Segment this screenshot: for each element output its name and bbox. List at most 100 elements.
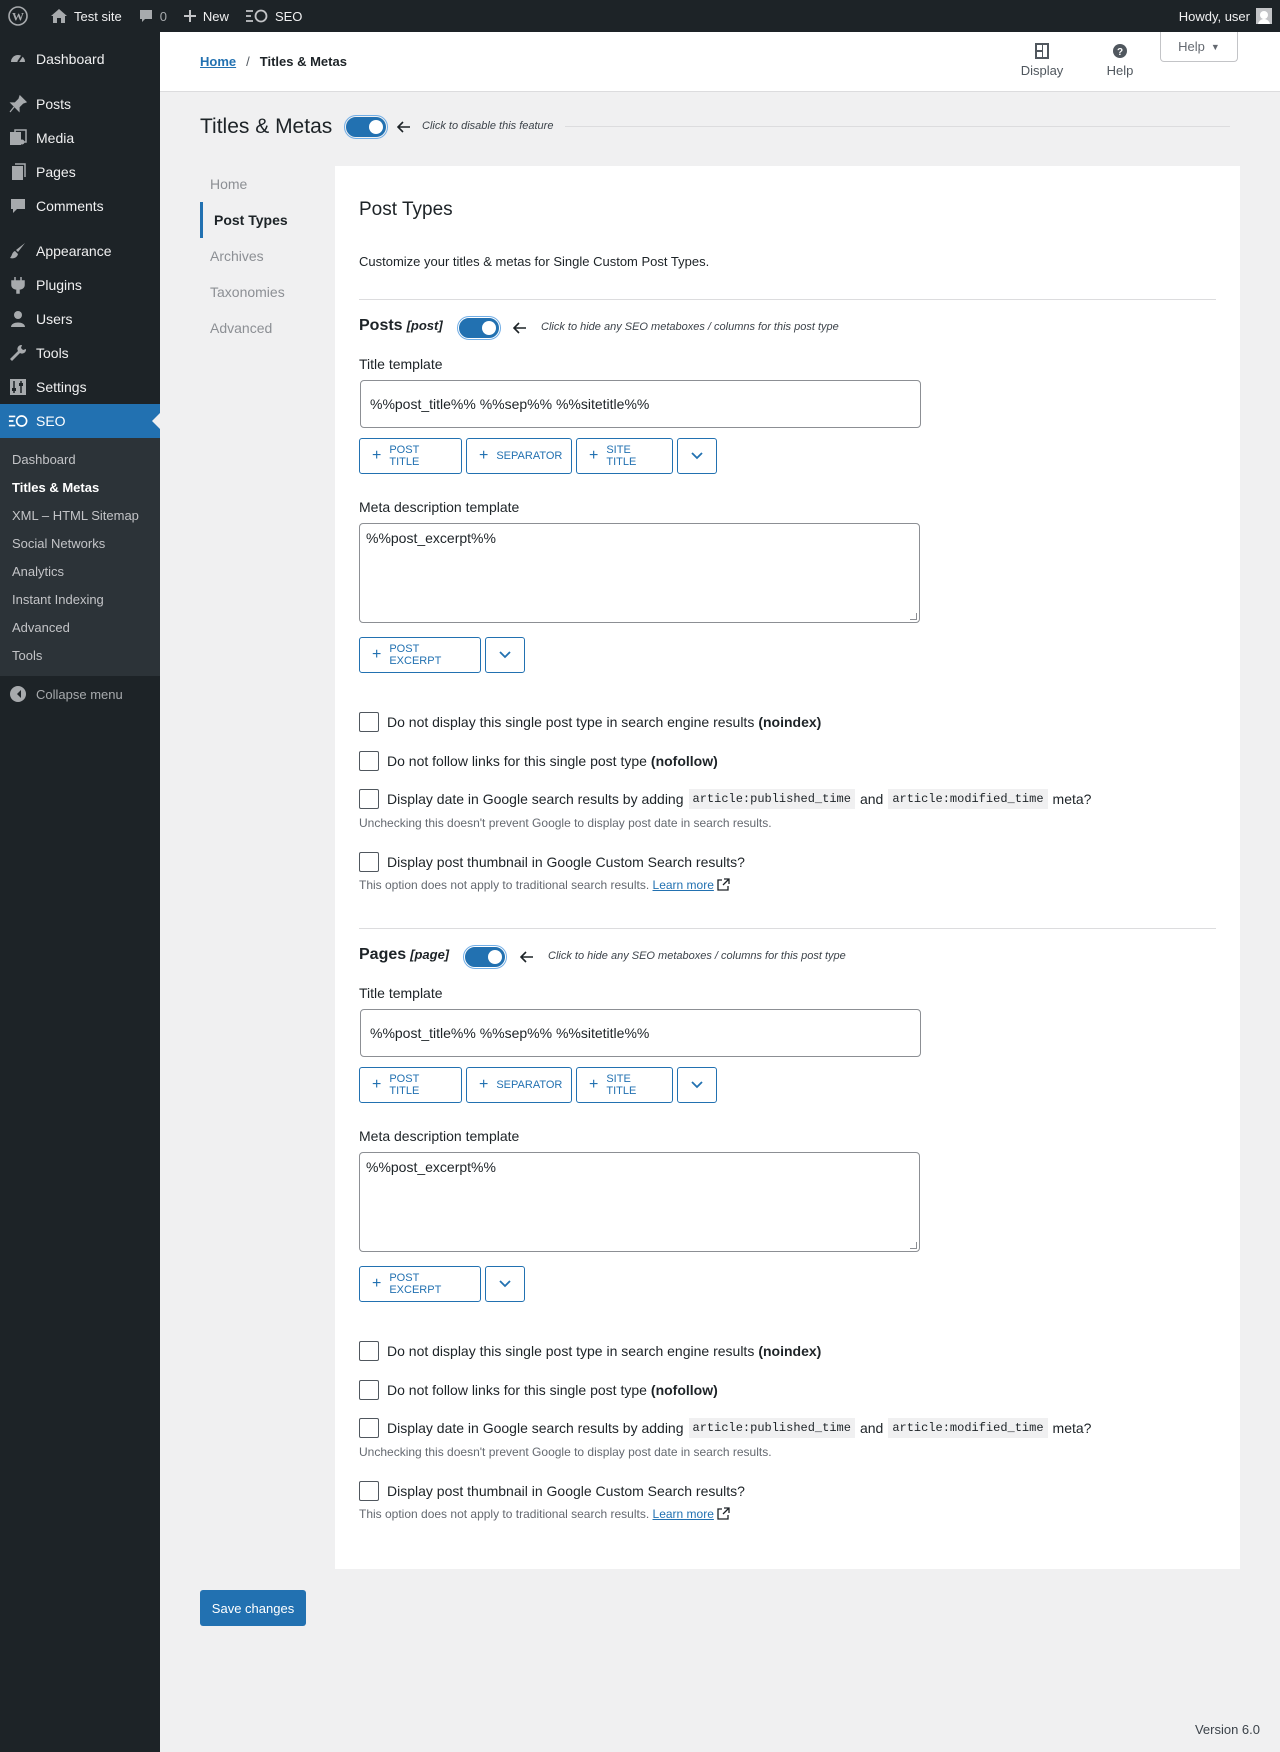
title-template-input[interactable]: %%post_title%% %%sep%% %%sitetitle%% xyxy=(360,1009,921,1057)
noindex-label: Do not display this single post type in … xyxy=(387,714,755,730)
meta-description-textarea[interactable]: %%post_excerpt%% xyxy=(359,523,920,623)
breadcrumb-current: Titles & Metas xyxy=(259,54,347,69)
sidebar-item-comments[interactable]: Comments xyxy=(0,189,160,223)
post-type-name: Posts xyxy=(359,317,403,334)
submenu-item-dashboard[interactable]: Dashboard xyxy=(0,445,160,473)
sidebar-item-label: Appearance xyxy=(36,243,112,259)
sidebar-item-users[interactable]: Users xyxy=(0,302,160,336)
submenu-item-advanced[interactable]: Advanced xyxy=(0,613,160,641)
thumbnail-checkbox[interactable] xyxy=(359,1481,379,1501)
noindex-checkbox[interactable] xyxy=(359,712,379,732)
sidebar-item-settings[interactable]: Settings xyxy=(0,370,160,404)
post-excerpt-tag-button[interactable]: + POST EXCERPT xyxy=(359,1266,481,1302)
sidebar-item-plugins[interactable]: Plugins xyxy=(0,268,160,302)
date-checkbox[interactable] xyxy=(359,789,379,809)
comments-link[interactable]: 0 xyxy=(130,0,175,32)
tab-taxonomies[interactable]: Taxonomies xyxy=(200,274,325,310)
date-label: Display date in Google search results by… xyxy=(387,1420,684,1436)
sidebar-item-tools[interactable]: Tools xyxy=(0,336,160,370)
sidebar-item-seo[interactable]: SEO xyxy=(0,404,160,438)
title-divider xyxy=(565,126,1230,127)
nofollow-label: Do not follow links for this single post… xyxy=(387,1382,647,1398)
submenu-item-sitemap[interactable]: XML – HTML Sitemap xyxy=(0,501,160,529)
thumbnail-checkbox[interactable] xyxy=(359,852,379,872)
noindex-checkbox[interactable] xyxy=(359,1341,379,1361)
tab-home[interactable]: Home xyxy=(200,166,325,202)
tab-archives[interactable]: Archives xyxy=(200,238,325,274)
sidebar-item-label: SEO xyxy=(36,413,66,429)
chevron-down-icon xyxy=(499,651,511,659)
learn-more-link[interactable]: Learn more xyxy=(653,878,714,892)
submenu-item-social-networks[interactable]: Social Networks xyxy=(0,529,160,557)
plus-icon: + xyxy=(479,447,489,464)
breadcrumb-separator: / xyxy=(246,54,250,69)
submenu-item-tools[interactable]: Tools xyxy=(0,641,160,669)
seo-label: SEO xyxy=(274,8,303,24)
separator-tag-button[interactable]: + SEPARATOR xyxy=(466,438,572,474)
submenu-item-instant-indexing[interactable]: Instant Indexing xyxy=(0,585,160,613)
seo-icon xyxy=(8,411,28,431)
svg-text:W: W xyxy=(12,10,24,24)
date-end: meta? xyxy=(1052,791,1092,807)
learn-more-link[interactable]: Learn more xyxy=(653,1507,714,1521)
new-content-link[interactable]: New xyxy=(175,0,237,32)
more-tags-dropdown[interactable] xyxy=(677,438,717,474)
help-tab-button[interactable]: Help ▼ xyxy=(1160,32,1238,62)
nofollow-checkbox[interactable] xyxy=(359,751,379,771)
post-type-hint: Click to hide any SEO metaboxes / column… xyxy=(548,950,846,962)
wordpress-logo-icon[interactable]: W xyxy=(0,0,42,32)
site-title-tag-button[interactable]: + SITE TITLE xyxy=(576,1067,673,1103)
sidebar-item-posts[interactable]: Posts xyxy=(0,87,160,121)
feature-toggle[interactable] xyxy=(344,115,388,139)
site-name-link[interactable]: Test site xyxy=(42,0,130,32)
date-checkbox[interactable] xyxy=(359,1418,379,1438)
title-template-input[interactable]: %%post_title%% %%sep%% %%sitetitle%% xyxy=(360,380,921,428)
date-code-published: article:published_time xyxy=(688,1418,855,1438)
seo-link[interactable]: SEO xyxy=(237,0,310,32)
separator-tag-button[interactable]: + SEPARATOR xyxy=(466,1067,572,1103)
save-changes-button[interactable]: Save changes xyxy=(200,1590,306,1626)
panel-intro: Customize your titles & metas for Single… xyxy=(359,254,710,269)
howdy-text: Howdy, user xyxy=(1178,8,1250,24)
post-title-tag-button[interactable]: + POST TITLE xyxy=(359,1067,462,1103)
nofollow-checkbox[interactable] xyxy=(359,1380,379,1400)
noindex-option: Do not display this single post type in … xyxy=(359,712,821,732)
chevron-down-icon xyxy=(691,452,703,460)
display-button[interactable]: Display xyxy=(1012,42,1072,78)
post-type-toggle[interactable] xyxy=(463,945,507,969)
tag-button-label: SITE TITLE xyxy=(606,444,637,468)
post-title-tag-button[interactable]: + POST TITLE xyxy=(359,438,462,474)
submenu-item-analytics[interactable]: Analytics xyxy=(0,557,160,585)
meta-description-label: Meta description template xyxy=(359,1128,520,1144)
sidebar-item-dashboard[interactable]: Dashboard xyxy=(0,42,160,76)
help-button[interactable]: ? Help xyxy=(1100,42,1140,78)
submenu-item-titles-metas[interactable]: Titles & Metas xyxy=(0,473,160,501)
thumbnail-option: Display post thumbnail in Google Custom … xyxy=(359,1481,745,1501)
sidebar-item-appearance[interactable]: Appearance xyxy=(0,234,160,268)
sidebar-item-pages[interactable]: Pages xyxy=(0,155,160,189)
meta-description-textarea[interactable]: %%post_excerpt%% xyxy=(359,1152,920,1252)
caret-down-icon: ▼ xyxy=(1210,41,1220,52)
post-type-title: Posts [post] xyxy=(359,317,443,335)
post-type-toggle[interactable] xyxy=(457,316,501,340)
title-template-label: Title template xyxy=(359,985,443,1001)
seo-icon xyxy=(245,9,268,23)
section-divider xyxy=(359,299,1216,300)
sidebar-item-label: Settings xyxy=(36,379,87,395)
site-title-tag-button[interactable]: + SITE TITLE xyxy=(576,438,673,474)
collapse-menu-button[interactable]: Collapse menu xyxy=(0,676,160,712)
sidebar-item-media[interactable]: Media xyxy=(0,121,160,155)
tab-advanced[interactable]: Advanced xyxy=(200,310,325,346)
more-tags-dropdown[interactable] xyxy=(485,637,525,673)
breadcrumb-home-link[interactable]: Home xyxy=(200,54,236,69)
noindex-label: Do not display this single post type in … xyxy=(387,1343,755,1359)
more-tags-dropdown[interactable] xyxy=(485,1266,525,1302)
post-excerpt-tag-button[interactable]: + POST EXCERPT xyxy=(359,637,481,673)
more-tags-dropdown[interactable] xyxy=(677,1067,717,1103)
user-account-link[interactable]: Howdy, user xyxy=(1171,0,1280,32)
thumbnail-label: Display post thumbnail in Google Custom … xyxy=(387,1483,745,1499)
plugin-header: Home / Titles & Metas Display ? Help Hel… xyxy=(160,32,1280,92)
tab-post-types[interactable]: Post Types xyxy=(200,202,325,238)
plus-icon: + xyxy=(479,1076,489,1093)
thumbnail-description: This option does not apply to traditiona… xyxy=(359,1507,730,1521)
